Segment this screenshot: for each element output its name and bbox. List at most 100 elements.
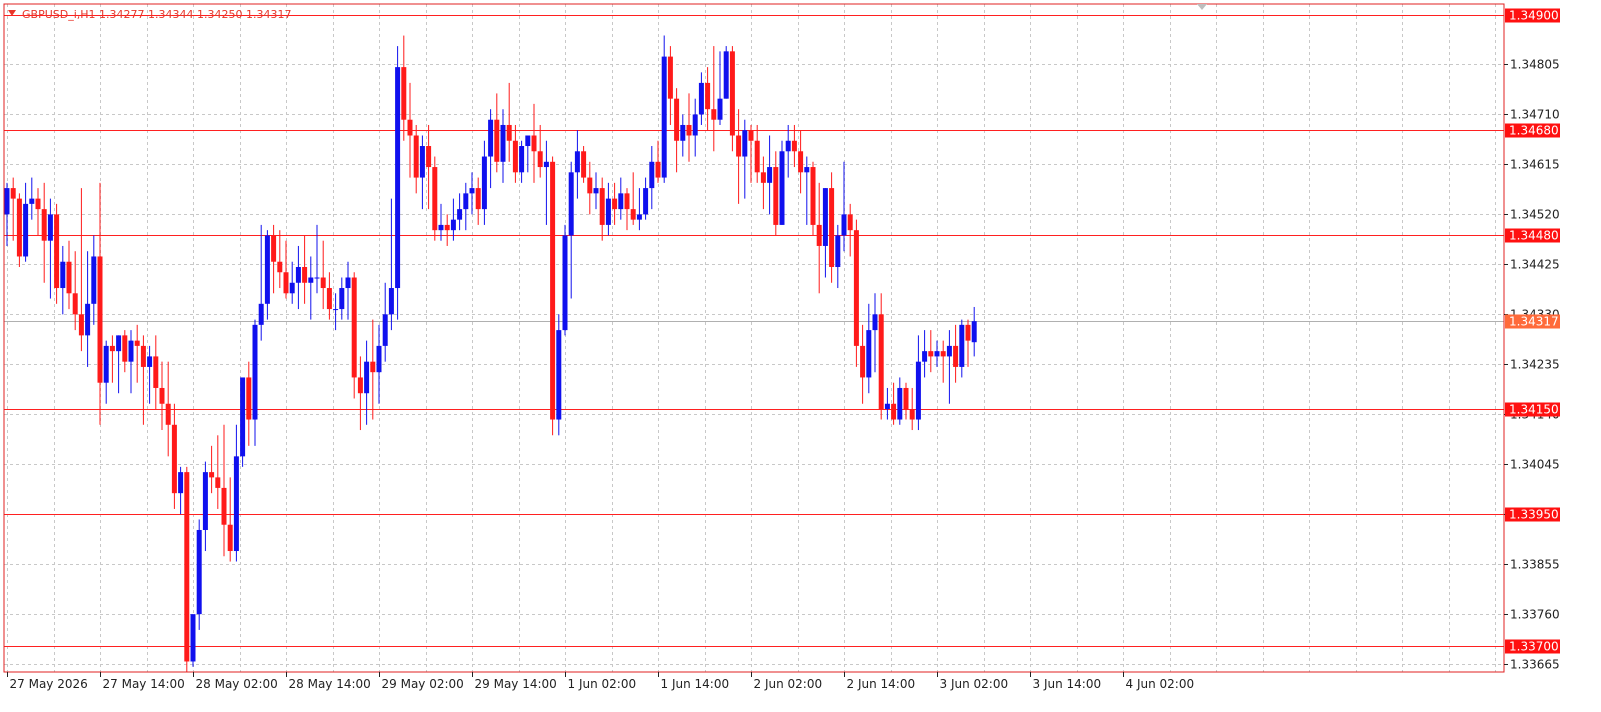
candle-body (767, 167, 773, 183)
candle-body (779, 151, 785, 225)
candle-body (494, 119, 500, 162)
candle-body (500, 124, 506, 162)
candle (581, 146, 587, 183)
candle-body (252, 324, 258, 420)
candle-body (289, 282, 295, 294)
candle-body (488, 119, 494, 157)
candle-body (723, 51, 729, 99)
time-tick-label: 2 Jun 14:00 (847, 677, 916, 691)
candle-body (91, 256, 97, 304)
candle-body (810, 167, 816, 225)
candle (829, 172, 835, 283)
candle-body (35, 198, 41, 210)
candle-body (667, 56, 673, 99)
candle-body (10, 188, 16, 199)
chart-canvas[interactable]: 1.34805 1.34710 1.34615 1.34520 1.34425 1.343… (0, 0, 1601, 712)
candle-body (481, 156, 487, 210)
candle-body (550, 161, 556, 420)
candle-body (816, 224, 822, 246)
candle (550, 156, 556, 436)
candle-body (271, 235, 277, 262)
level-label: 1.33950 (1509, 508, 1559, 522)
candle-body (624, 193, 630, 210)
candle-body (382, 314, 388, 346)
candle-body (612, 198, 618, 210)
candle-body (457, 209, 463, 220)
candle-body (364, 361, 370, 394)
candle-body (438, 224, 444, 231)
candle-body (909, 409, 915, 420)
candle-body (804, 167, 810, 173)
price-tick-label: 1.33760 (1510, 608, 1560, 622)
candle-body (345, 277, 351, 289)
candle-body (134, 340, 140, 346)
candle (556, 314, 562, 436)
candle-body (407, 119, 413, 136)
candle-body (736, 135, 742, 157)
price-tick-label: 1.34520 (1510, 208, 1560, 222)
candle-body (54, 214, 60, 289)
candle-body (593, 188, 599, 194)
candle-body (103, 345, 109, 383)
candle-body (872, 314, 878, 331)
candle (779, 140, 785, 225)
candle-body (215, 477, 221, 488)
candle-body (283, 272, 289, 294)
candle-body (680, 124, 686, 141)
candle-body (897, 387, 903, 420)
candle (853, 219, 859, 367)
candle-body (946, 345, 952, 357)
candle-body (543, 161, 549, 168)
candle (196, 519, 202, 630)
candle-body (822, 188, 828, 246)
candle-body (953, 345, 959, 367)
price-tick-label: 1.33665 (1510, 658, 1560, 672)
candle-body (395, 67, 401, 289)
candle-body (178, 472, 184, 494)
candle-body (742, 130, 748, 157)
candle-body (705, 82, 711, 110)
candle-body (295, 266, 301, 283)
candle-body (147, 356, 153, 367)
candle-body (686, 124, 692, 136)
candle-body (41, 209, 47, 241)
candle-body (29, 198, 35, 204)
candle-body (122, 335, 128, 362)
candle-body (519, 146, 525, 173)
candle-body (326, 288, 332, 310)
time-tick-label: 1 Jun 02:00 (568, 677, 637, 691)
candle-body (525, 135, 531, 147)
time-tick-label: 1 Jun 14:00 (661, 677, 730, 691)
time-tick-label: 29 May 02:00 (382, 677, 464, 691)
candle-body (432, 167, 438, 231)
candle-body (277, 261, 283, 273)
candle-body (841, 214, 847, 236)
candle-body (258, 303, 264, 325)
time-tick-label: 3 Jun 14:00 (1033, 677, 1102, 691)
candle-body (649, 161, 655, 189)
candle-body (866, 330, 872, 378)
level-label: 1.33700 (1509, 640, 1559, 654)
candle-body (47, 214, 53, 241)
candle-body (240, 377, 246, 457)
level-label: 1.34150 (1509, 403, 1559, 417)
candle-body (556, 330, 562, 420)
candle-body (339, 288, 345, 310)
price-tick-label: 1.34425 (1510, 258, 1560, 272)
candle-body (506, 124, 512, 141)
candle-body (78, 314, 84, 336)
candle-body (97, 256, 103, 383)
candle-body (512, 140, 518, 173)
candle-body (754, 140, 760, 173)
candle-body (85, 303, 91, 336)
candle-body (475, 188, 481, 210)
candle-body (605, 198, 611, 225)
candle (190, 614, 196, 667)
candle-body (159, 387, 165, 404)
candle (432, 156, 438, 241)
candle-body (233, 456, 239, 552)
candle-body (426, 146, 432, 168)
candle-body (643, 188, 649, 215)
candle-body (717, 98, 723, 120)
candle-body (221, 487, 227, 525)
